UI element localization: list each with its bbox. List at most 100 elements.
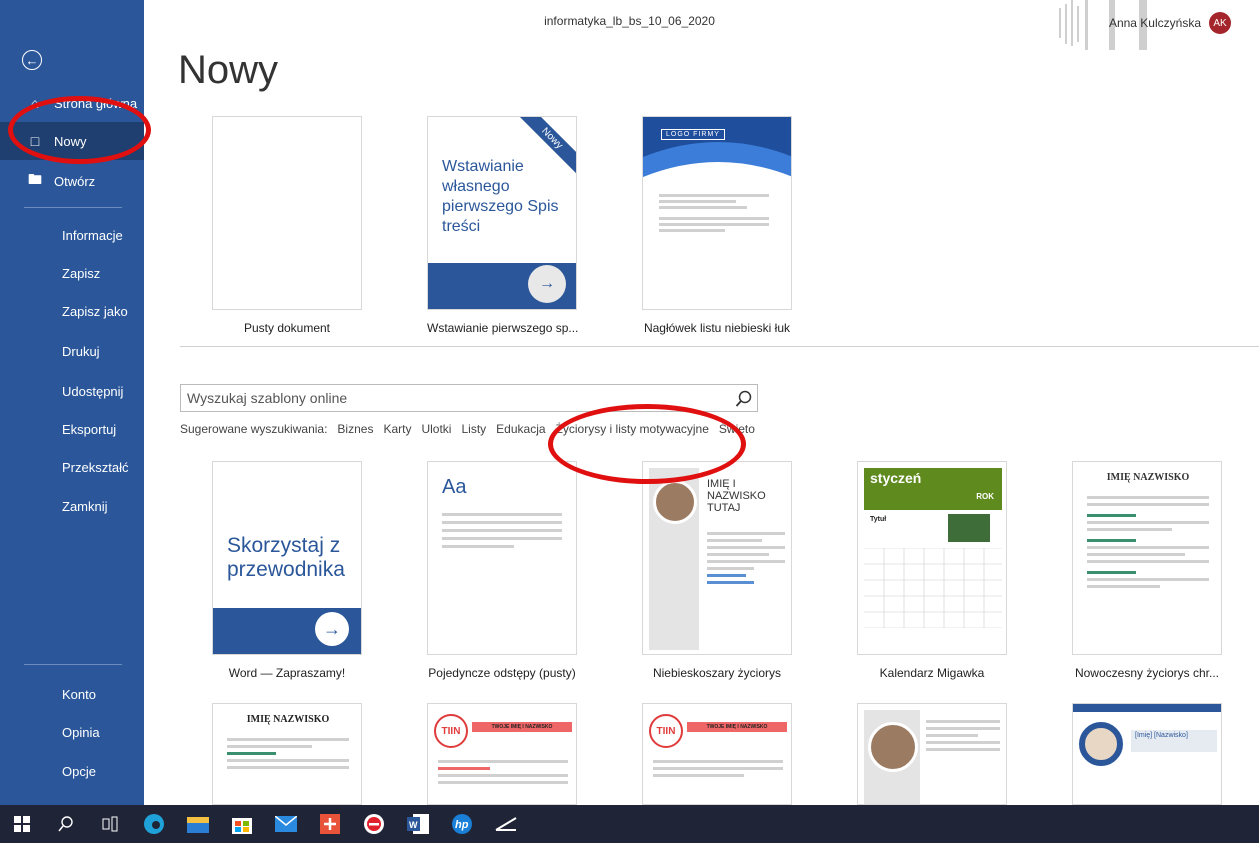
sidebar-item-open[interactable]: 🖿 Otwórz <box>0 162 144 200</box>
profile-photo <box>1079 722 1123 766</box>
avatar: AK <box>1209 12 1231 34</box>
task-view-icon[interactable] <box>88 805 132 843</box>
sidebar-item-label: Zapisz jako <box>62 303 128 319</box>
user-account[interactable]: Anna Kulczyńska AK <box>1109 12 1231 34</box>
template-welcome[interactable]: Skorzystaj z przewodnika → Word — Zapras… <box>212 461 362 680</box>
back-arrow-icon[interactable]: ← <box>22 50 42 70</box>
mail-icon[interactable] <box>264 805 308 843</box>
edge-browser-icon[interactable] <box>132 805 176 843</box>
template-caption: Niebieskoszary życiorys <box>652 666 782 680</box>
suggestion-link[interactable]: Listy <box>461 422 486 436</box>
template-caption: Pojedyncze odstępy (pusty) <box>428 666 576 680</box>
store-icon[interactable] <box>220 805 264 843</box>
sidebar-item-print[interactable]: Drukuj <box>0 332 144 370</box>
hp-icon[interactable]: hp <box>440 805 484 843</box>
sidebar-item-close[interactable]: Zamknij <box>0 487 144 525</box>
template-toc[interactable]: Nowy Wstawianie własnego pierwszego Spis… <box>427 116 579 335</box>
search-icon[interactable] <box>44 805 88 843</box>
template-blue-grey-resume[interactable]: IMIĘ I NAZWISKO TUTAJ Niebieskoszary życ… <box>642 461 792 680</box>
template-blank[interactable]: Pusty dokument <box>212 116 362 335</box>
office-plus-icon[interactable] <box>308 805 352 843</box>
sidebar-divider <box>24 207 122 208</box>
sidebar-divider <box>24 664 122 665</box>
template-thumbnail: Nowy Wstawianie własnego pierwszego Spis… <box>427 116 577 310</box>
page-title: Nowy <box>178 48 279 92</box>
template-thumbnail: TIIN TWOJE IMIĘ I NAZWISKO <box>427 703 577 805</box>
template-thumbnail: IMIĘ NAZWISKO <box>1072 461 1222 655</box>
windows-start-icon[interactable] <box>0 805 44 843</box>
windows-taskbar: W hp <box>0 805 1259 843</box>
sidebar-item-options[interactable]: Opcje <box>0 752 144 790</box>
template-modern-resume[interactable]: IMIĘ NAZWISKO Nowoczesny życiorys chr... <box>1072 461 1222 680</box>
template-caption: Pusty dokument <box>243 321 331 335</box>
sidebar-item-feedback[interactable]: Opinia <box>0 713 144 751</box>
thumb-text: styczeń <box>870 470 922 486</box>
user-name: Anna Kulczyńska <box>1108 16 1201 30</box>
template-single-spaced[interactable]: Aa Pojedyncze odstępy (pusty) <box>427 461 577 680</box>
sidebar-item-info[interactable]: Informacje <box>0 216 144 254</box>
file-explorer-icon[interactable] <box>176 805 220 843</box>
template-thumbnail: Aa <box>427 461 577 655</box>
template-thumbnail <box>857 703 1007 805</box>
folder-icon: 🖿 <box>28 171 42 187</box>
suggestion-link[interactable]: Edukacja <box>496 422 545 436</box>
thumb-sub: ROK <box>976 492 994 501</box>
thumb-label: Tytuł <box>870 516 887 523</box>
arrow-right-icon: → <box>315 612 349 646</box>
calendar-photo <box>948 514 990 542</box>
svg-text:W: W <box>409 820 418 830</box>
template-caption: Kalendarz Migawka <box>879 666 985 680</box>
template-resume-red[interactable]: TIIN TWOJE IMIĘ I NAZWISKO <box>427 703 577 805</box>
red-highlight-circle <box>548 404 746 484</box>
template-resume-red-2[interactable]: TIIN TWOJE IMIĘ I NAZWISKO <box>642 703 792 805</box>
thumb-sub: TWOJE IMIĘ I NAZWISKO <box>472 722 572 732</box>
thumb-text: Skorzystaj z przewodnika <box>227 534 345 581</box>
sidebar-item-label: Przekształć <box>62 459 129 475</box>
sidebar-item-account[interactable]: Konto <box>0 675 144 713</box>
profile-photo <box>868 722 918 772</box>
sidebar-item-export[interactable]: Eksportuj <box>0 410 144 448</box>
thumb-text: TIIN <box>434 714 468 748</box>
thumb-text: IMIĘ I NAZWISKO TUTAJ <box>707 478 766 514</box>
template-thumbnail: LOGO FIRMY <box>642 116 792 310</box>
template-caption: Nowoczesny życiorys chr... <box>1074 666 1220 680</box>
word-icon[interactable]: W <box>396 805 440 843</box>
suggestion-link[interactable]: Karty <box>383 422 411 436</box>
template-thumbnail: Skorzystaj z przewodnika → <box>212 461 362 655</box>
suggestion-link[interactable]: Ulotki <box>421 422 451 436</box>
template-calendar[interactable]: styczeń ROK Tytuł Kalendarz Migawka <box>857 461 1007 680</box>
section-divider <box>180 346 1259 347</box>
insert-toc-icon: → <box>528 265 566 303</box>
search-icon[interactable] <box>729 385 759 413</box>
thumb-sub: TWOJE IMIĘ I NAZWISKO <box>687 722 787 732</box>
template-letter-blue-arc[interactable]: LOGO FIRMY Nagłówek listu niebieski łuk <box>642 116 792 335</box>
thumb-text: Wstawianie własnego pierwszego Spis treś… <box>442 158 559 235</box>
snipping-tool-icon[interactable] <box>484 805 528 843</box>
template-resume-photo[interactable] <box>857 703 1007 805</box>
sidebar-item-label: Udostępnij <box>62 383 124 399</box>
template-caption: Wstawianie pierwszego sp... <box>427 321 579 335</box>
sidebar-item-label: Opcje <box>62 763 96 779</box>
sidebar-item-label: Zapisz <box>62 265 101 281</box>
internet-explorer-icon[interactable] <box>352 805 396 843</box>
sidebar-item-transform[interactable]: Przekształć <box>0 448 144 486</box>
thumb-text: Aa <box>442 476 467 498</box>
sidebar-item-save-as[interactable]: Zapisz jako <box>0 292 144 330</box>
sidebar-item-label: Drukuj <box>62 343 100 359</box>
sidebar-item-save[interactable]: Zapisz <box>0 254 144 292</box>
thumb-text: TIIN <box>649 714 683 748</box>
template-thumbnail: styczeń ROK Tytuł <box>857 461 1007 655</box>
suggested-label: Sugerowane wyszukiwania: <box>180 422 328 436</box>
template-resume-circle[interactable]: [Imię] [Nazwisko] <box>1072 703 1222 805</box>
template-caption: Nagłówek listu niebieski łuk <box>643 321 791 335</box>
sidebar-item-label: Opinia <box>62 724 100 740</box>
search-placeholder: Wyszukaj szablony online <box>187 390 348 406</box>
template-resume-row3[interactable]: IMIĘ NAZWISKO <box>212 703 362 805</box>
template-thumbnail <box>212 116 362 310</box>
sidebar-item-label: Zamknij <box>62 498 108 514</box>
template-thumbnail: TIIN TWOJE IMIĘ I NAZWISKO <box>642 703 792 805</box>
sidebar-item-share[interactable]: Udostępnij <box>0 372 144 410</box>
suggestion-link[interactable]: Biznes <box>337 422 373 436</box>
template-caption: Word — Zapraszamy! <box>228 666 346 680</box>
sidebar-item-label: Konto <box>62 686 96 702</box>
